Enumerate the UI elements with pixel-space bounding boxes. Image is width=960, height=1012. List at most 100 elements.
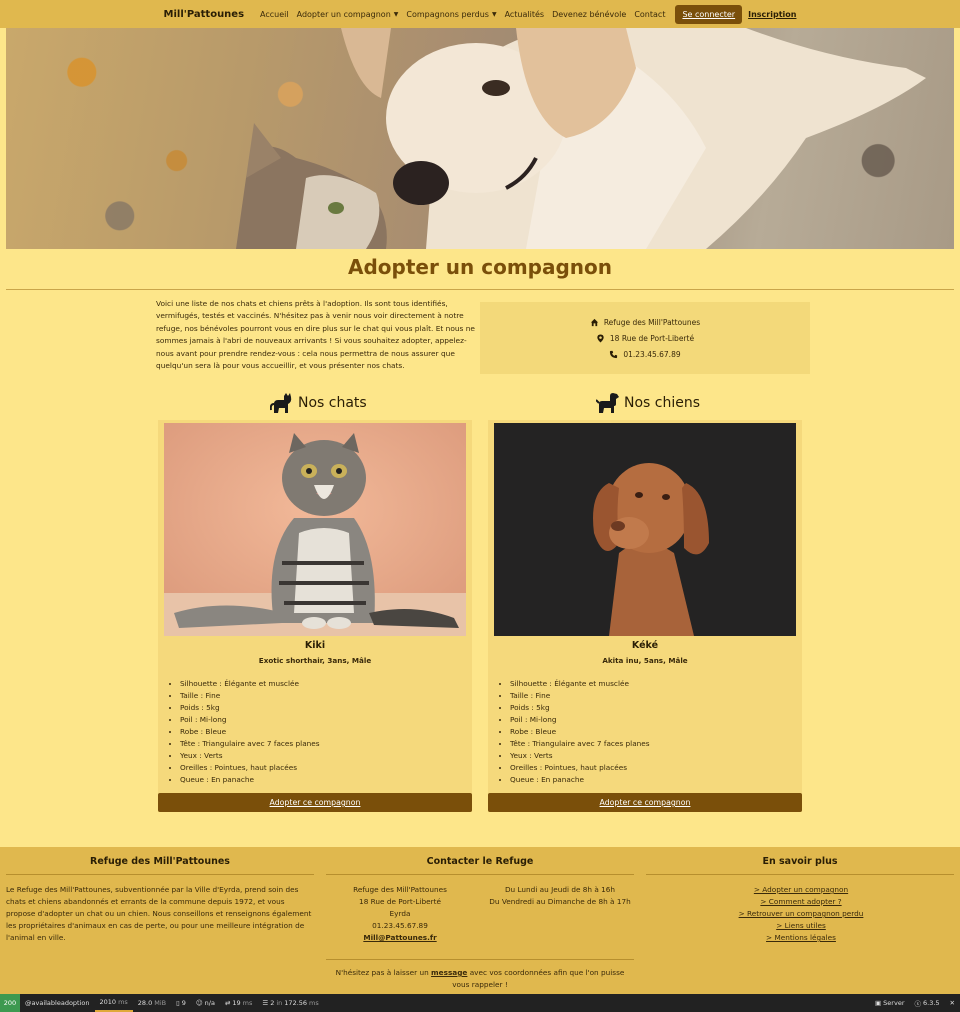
server-panel[interactable]: ▣ Server <box>870 994 909 1012</box>
footer-note-text: avec vos coordonnées afin que l'on puiss… <box>452 968 625 989</box>
list-item: Robe : Bleue <box>180 726 320 738</box>
cat-traits-list: Silhouette : Élégante et musclée Taille … <box>180 678 320 786</box>
version-value: 6.3.5 <box>923 999 940 1007</box>
list-item: Yeux : Verts <box>510 750 650 762</box>
divider <box>326 959 634 960</box>
nav-benevole[interactable]: Devenez bénévole <box>552 10 626 19</box>
route-name[interactable]: @availableadoption <box>20 994 95 1012</box>
phone-icon <box>610 350 618 358</box>
cats-title-label: Nos chats <box>298 395 367 411</box>
footer-link-comment[interactable]: > Comment adopter ? <box>648 896 954 908</box>
list-item: Oreilles : Pointues, haut placées <box>510 762 650 774</box>
home-icon <box>590 318 598 326</box>
footer-email-link[interactable]: Mill@Pattounes.fr <box>336 932 464 944</box>
list-item: Oreilles : Pointues, haut placées <box>180 762 320 774</box>
footer-link-adopter[interactable]: > Adopter un compagnon <box>648 884 954 896</box>
forms-count: 9 <box>181 999 186 1007</box>
nav-adopter-dropdown[interactable]: Adopter un compagnon ▼ <box>297 10 399 19</box>
time-unit: ms <box>118 998 128 1006</box>
time-value: 2010 <box>99 998 117 1006</box>
login-button[interactable]: Se connecter <box>675 4 743 24</box>
footer-hours-line: Du Vendredi au Dimanche de 8h à 17h <box>489 897 631 906</box>
footer: Refuge des Mill'Pattounes Le Refuge des … <box>0 847 960 994</box>
divider <box>6 289 954 290</box>
footer-link-liens[interactable]: > Liens utiles <box>648 920 954 932</box>
memory-usage[interactable]: 28.0 MiB <box>133 994 171 1012</box>
message-link[interactable]: message <box>431 968 467 977</box>
request-time[interactable]: 2010 ms <box>94 994 133 1012</box>
nav-perdus-label: Compagnons perdus <box>406 9 489 19</box>
footer-hours: Du Lundi au Jeudi de 8h à 16h Du Vendred… <box>480 884 640 908</box>
dog-traits-list: Silhouette : Élégante et musclée Taille … <box>510 678 650 786</box>
nav-contact[interactable]: Contact <box>634 10 665 19</box>
divider <box>646 874 954 875</box>
cat-icon <box>270 393 292 413</box>
contact-phone-row: 01.23.45.67.89 <box>609 350 681 359</box>
footer-more-title: En savoir plus <box>762 856 838 867</box>
navbar: Mill'Pattounes Accueil Adopter un compag… <box>0 0 960 28</box>
footer-contact-title: Contacter le Refuge <box>426 856 534 867</box>
database-icon: ☰ <box>262 999 269 1007</box>
footer-message-note: N'hésitez pas à laisser un message avec … <box>326 967 634 991</box>
footer-link-mentions[interactable]: > Mentions légales <box>648 932 954 944</box>
adopt-cat-button[interactable]: Adopter ce compagnon <box>158 793 472 812</box>
server-icon: ▣ <box>875 999 882 1007</box>
footer-link-retrouver[interactable]: > Retrouver un compagnon perdu <box>648 908 954 920</box>
footer-addr-line: 01.23.45.67.89 <box>372 921 428 930</box>
memory-value: 28.0 <box>137 999 153 1007</box>
divider <box>326 874 634 875</box>
memory-unit: MiB <box>154 999 167 1007</box>
nav-perdus-dropdown[interactable]: Compagnons perdus ▼ <box>406 10 496 19</box>
dogs-title-label: Nos chiens <box>624 395 701 411</box>
database-panel[interactable]: ☰ 2 in 172.56 ms <box>257 994 323 1012</box>
dogs-section-title: Nos chiens <box>596 392 700 414</box>
list-item: Poids : 5kg <box>180 702 320 714</box>
cat-name: Kiki <box>304 640 326 651</box>
chevron-down-icon: ▼ <box>491 10 497 18</box>
brand-logo[interactable]: Mill'Pattounes <box>164 9 245 20</box>
list-item: Yeux : Verts <box>180 750 320 762</box>
close-toolbar-button[interactable]: ✕ <box>945 994 960 1012</box>
ajax-value: 19 <box>232 999 241 1007</box>
contact-name: Refuge des Mill'Pattounes <box>603 317 701 327</box>
intro-text: Voici une liste de nos chats et chiens p… <box>156 299 475 371</box>
dog-card: Kéké Akita inu, 5ans, Mâle Silhouette : … <box>488 420 802 812</box>
list-item: Queue : En panache <box>180 774 320 786</box>
contact-name-row: Refuge des Mill'Pattounes <box>590 318 700 327</box>
footer-about-title: Refuge des Mill'Pattounes <box>90 856 230 867</box>
db-count: 2 <box>270 999 275 1007</box>
ajax-icon: ⇄ <box>224 999 231 1007</box>
map-pin-icon <box>597 333 604 343</box>
document-icon: ▯ <box>176 999 180 1007</box>
footer-addr-line: Eyrda <box>389 909 411 918</box>
list-item: Robe : Bleue <box>510 726 650 738</box>
footer-addr-line: 18 Rue de Port-Liberté <box>359 897 441 906</box>
list-item: Poil : Mi-long <box>510 714 650 726</box>
hero-image <box>6 28 954 249</box>
cat-card: Kiki Exotic shorthair, 3ans, Mâle Silhou… <box>158 420 472 812</box>
page-title: Adopter un compagnon <box>347 255 613 279</box>
cat-breed: Exotic shorthair, 3ans, Mâle <box>258 656 372 665</box>
user-panel[interactable]: ☺ n/a <box>191 994 220 1012</box>
list-item: Silhouette : Élégante et musclée <box>510 678 650 690</box>
symfony-logo-icon: ⓢ <box>914 1000 922 1008</box>
list-item: Taille : Fine <box>180 690 320 702</box>
ajax-panel[interactable]: ⇄ 19 ms <box>220 994 257 1012</box>
divider <box>6 874 314 875</box>
db-time: 172.56 <box>284 999 308 1007</box>
user-icon: ☺ <box>195 999 203 1007</box>
signup-link[interactable]: Inscription <box>748 10 796 19</box>
adopt-dog-button[interactable]: Adopter ce compagnon <box>488 793 802 812</box>
list-item: Tête : Triangulaire avec 7 faces planes <box>180 738 320 750</box>
debug-toolbar: 200 @availableadoption 2010 ms 28.0 MiB ▯ 9… <box>0 994 960 1012</box>
chevron-down-icon: ▼ <box>393 10 399 18</box>
contact-box: Refuge des Mill'Pattounes 18 Rue de Port… <box>480 302 810 374</box>
nav-accueil[interactable]: Accueil <box>260 10 289 19</box>
contact-address-row: 18 Rue de Port-Liberté <box>596 334 694 343</box>
status-badge[interactable]: 200 <box>0 994 20 1012</box>
symfony-version[interactable]: ⓢ 6.3.5 <box>910 994 945 1012</box>
db-unit: ms <box>309 999 319 1007</box>
forms-panel[interactable]: ▯ 9 <box>171 994 191 1012</box>
list-item: Silhouette : Élégante et musclée <box>180 678 320 690</box>
nav-actualites[interactable]: Actualités <box>505 10 545 19</box>
